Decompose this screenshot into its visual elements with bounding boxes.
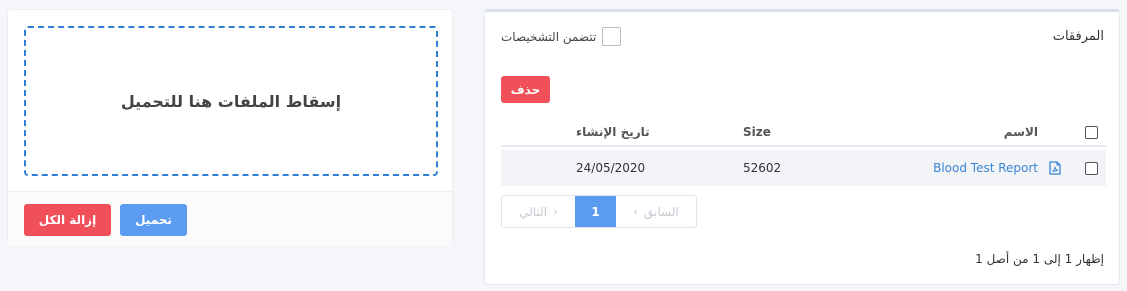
pdf-file-icon	[1049, 161, 1061, 175]
column-header-name[interactable]: الاسم	[1004, 125, 1038, 139]
chevron-right-icon: ›	[553, 204, 558, 219]
row-checkbox[interactable]	[1085, 161, 1098, 175]
pagination-page-current[interactable]: 1	[575, 196, 616, 227]
upload-footer: إزالة الكل تحميل	[8, 191, 452, 246]
cell-name-link[interactable]: Blood Test Report	[933, 161, 1038, 175]
cell-size: 52602	[743, 161, 782, 175]
include-diagnoses-checkbox[interactable]	[602, 27, 622, 46]
table-info: إظهار 1 إلى 1 من أصل 1	[975, 252, 1104, 266]
upload-button[interactable]: تحميل	[120, 204, 187, 236]
table-header: تاريخ الإنشاء Size الاسم	[501, 119, 1106, 147]
include-diagnoses-toggle[interactable]: تتضمن التشخيصات	[501, 27, 622, 46]
column-header-size[interactable]: Size	[743, 125, 771, 139]
delete-button[interactable]: حذف	[501, 76, 550, 103]
chevron-left-icon: ‹	[633, 204, 639, 219]
pagination-prev-label: السابق	[644, 204, 679, 219]
attachments-title: المرفقات	[1052, 29, 1104, 44]
pagination-prev[interactable]: ‹ السابق	[616, 196, 696, 227]
pagination: التالي › 1 ‹ السابق	[501, 195, 697, 228]
table-row: 24/05/2020 52602 Blood Test Report	[501, 150, 1106, 186]
dropzone-text: إسقاط الملفات هنا للتحميل	[120, 91, 342, 111]
select-all-checkbox[interactable]	[1085, 125, 1098, 139]
pagination-next[interactable]: التالي ›	[502, 196, 575, 227]
include-diagnoses-label: تتضمن التشخيصات	[501, 29, 597, 44]
attachments-panel: المرفقات تتضمن التشخيصات حذف تاريخ الإنش…	[484, 9, 1120, 285]
cell-created: 24/05/2020	[576, 161, 646, 175]
pagination-next-label: التالي	[519, 204, 548, 219]
upload-panel: إسقاط الملفات هنا للتحميل إزالة الكل تحم…	[7, 9, 453, 246]
column-header-created[interactable]: تاريخ الإنشاء	[576, 125, 650, 139]
file-dropzone[interactable]: إسقاط الملفات هنا للتحميل	[24, 26, 438, 176]
remove-all-button[interactable]: إزالة الكل	[24, 204, 111, 236]
